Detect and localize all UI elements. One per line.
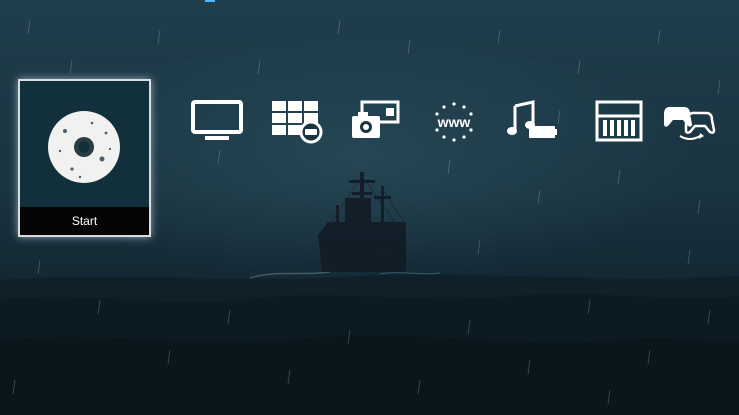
music-icon[interactable] xyxy=(505,98,561,144)
web-browser-icon[interactable]: www xyxy=(426,98,482,144)
camera-media-icon[interactable] xyxy=(348,98,404,144)
game-tile-label: Start xyxy=(20,207,149,235)
top-accent-bar xyxy=(205,0,215,2)
disc-icon xyxy=(20,81,149,207)
game-tile-start[interactable]: Start xyxy=(18,79,151,237)
windows-apps-icon[interactable] xyxy=(269,98,325,144)
game-controllers-icon[interactable] xyxy=(660,98,716,144)
tv-icon[interactable] xyxy=(189,98,245,144)
svg-text:www: www xyxy=(437,114,471,130)
library-icon[interactable] xyxy=(591,98,647,144)
